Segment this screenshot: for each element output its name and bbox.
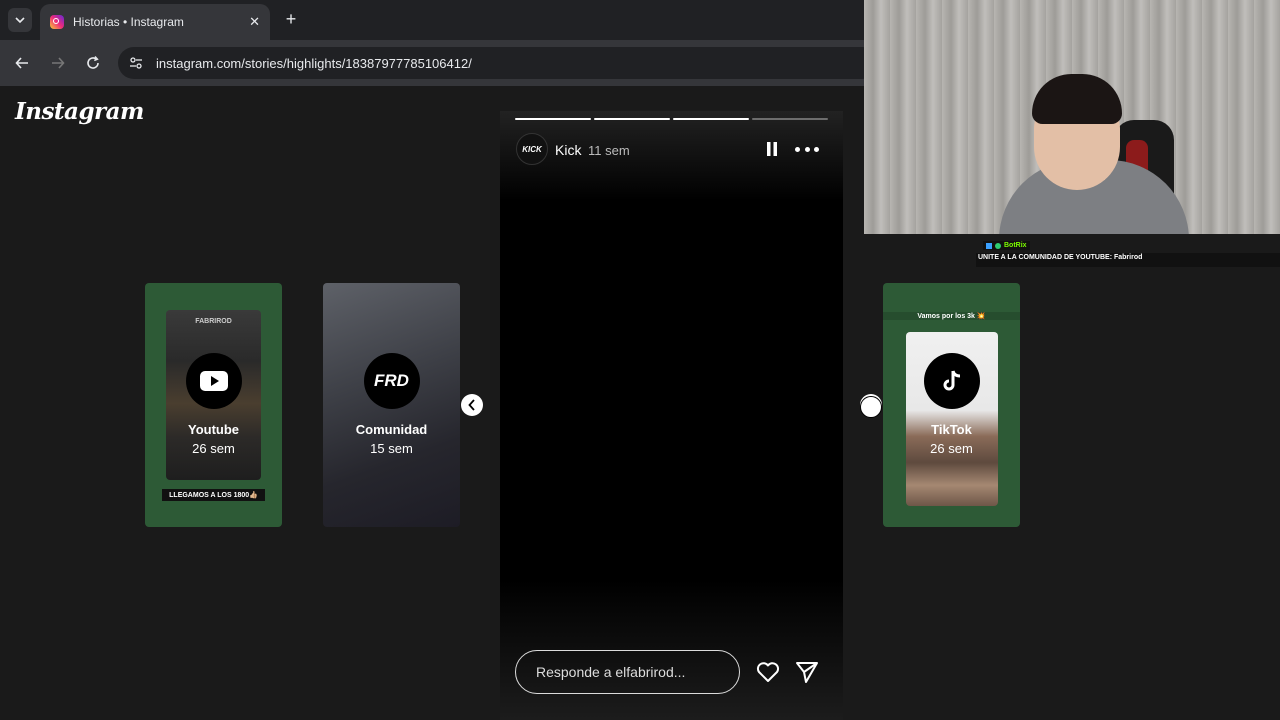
progress-segment-fill bbox=[515, 118, 591, 120]
tab-title: Historias • Instagram bbox=[73, 15, 184, 29]
progress-segment-fill bbox=[594, 118, 670, 120]
youtube-icon bbox=[185, 353, 242, 409]
reload-button[interactable] bbox=[82, 52, 104, 74]
browser-tab[interactable]: Historias • Instagram ✕ bbox=[40, 4, 270, 40]
bot-badge-icon bbox=[986, 242, 992, 249]
browser-tabbar: Historias • Instagram ✕ + bbox=[0, 0, 864, 40]
chat-bot-name: BotRix bbox=[1004, 242, 1027, 249]
browser-toolbar: instagram.com/stories/highlights/1838797… bbox=[0, 40, 878, 86]
dot bbox=[795, 146, 800, 152]
frd-logo-icon: FRD bbox=[363, 353, 420, 409]
tiktok-icon bbox=[923, 353, 980, 409]
new-tab-button[interactable]: + bbox=[280, 8, 302, 30]
send-icon bbox=[796, 662, 818, 683]
tab-search-button[interactable] bbox=[8, 8, 32, 32]
preview-top-caption: Vamos por los 3k 💥 bbox=[883, 312, 1020, 320]
frd-logo-text: FRD bbox=[374, 371, 409, 390]
instagram-favicon-icon bbox=[50, 15, 64, 29]
preview-time: 26 sem bbox=[192, 441, 235, 456]
progress-segment-fill bbox=[673, 118, 749, 120]
reload-icon bbox=[87, 56, 99, 69]
highlight-preview-youtube[interactable]: FABRIROD LLEGAMOS A LOS 1800👍🏼 Youtube 2… bbox=[145, 283, 282, 527]
instagram-logo[interactable]: Instagram bbox=[15, 98, 144, 125]
chat-badge: BotRix bbox=[983, 241, 1030, 250]
previous-story-button[interactable] bbox=[461, 394, 483, 416]
preview-bottom-caption: LLEGAMOS A LOS 1800👍🏼 bbox=[162, 489, 265, 501]
progress-segment bbox=[752, 118, 828, 120]
heart-icon bbox=[756, 662, 780, 682]
webcam-overlay bbox=[864, 0, 1280, 234]
reply-input[interactable]: Responde a elfabrirod... bbox=[515, 650, 740, 694]
instagram-stories-page: Instagram FABRIROD LLEGAMOS A LOS 1800👍🏼… bbox=[0, 86, 1020, 720]
dot bbox=[804, 146, 810, 152]
preview-name: TikTok bbox=[931, 422, 972, 437]
pause-button[interactable] bbox=[765, 141, 779, 157]
story-username[interactable]: Kick bbox=[555, 142, 581, 158]
share-button[interactable] bbox=[794, 659, 820, 685]
verified-badge-icon bbox=[995, 242, 1001, 249]
chevron-down-icon bbox=[15, 17, 25, 24]
progress-segment bbox=[594, 118, 670, 120]
forward-button[interactable] bbox=[47, 52, 69, 74]
chat-message: UNITE A LA COMUNIDAD DE YOUTUBE: Fabriro… bbox=[976, 253, 1280, 267]
preview-name: Youtube bbox=[187, 422, 240, 437]
progress-segment bbox=[673, 118, 749, 120]
site-info-icon[interactable] bbox=[128, 55, 144, 71]
tab-close-button[interactable]: ✕ bbox=[249, 14, 260, 30]
back-button[interactable] bbox=[11, 52, 33, 74]
highlight-preview-tiktok[interactable]: Vamos por los 3k 💥 TikTok 26 sem bbox=[883, 283, 1020, 527]
preview-top-caption: FABRIROD bbox=[195, 318, 232, 325]
hand-cursor-icon bbox=[860, 396, 882, 418]
story-header-gradient bbox=[500, 111, 843, 201]
dot bbox=[814, 146, 819, 152]
arrow-left-icon bbox=[15, 57, 28, 69]
highlight-preview-comunidad[interactable]: FRD Comunidad 15 sem bbox=[323, 283, 460, 527]
url-text: instagram.com/stories/highlights/1838797… bbox=[156, 55, 472, 71]
preview-time: 26 sem bbox=[930, 441, 973, 456]
preview-time: 15 sem bbox=[370, 441, 413, 456]
pause-icon bbox=[767, 142, 777, 156]
address-bar[interactable]: instagram.com/stories/highlights/1838797… bbox=[118, 47, 878, 79]
screen: Historias • Instagram ✕ + instagram.com/… bbox=[0, 0, 1280, 720]
arrow-right-icon bbox=[52, 57, 65, 69]
preview-name: Comunidad bbox=[355, 422, 428, 437]
story-timestamp: 11 sem bbox=[588, 143, 630, 158]
more-options-button[interactable] bbox=[795, 139, 819, 159]
story-progress-bar bbox=[515, 118, 828, 120]
story-avatar[interactable]: KICK bbox=[516, 133, 548, 165]
like-button[interactable] bbox=[755, 659, 781, 685]
chevron-left-icon bbox=[468, 399, 475, 411]
story-viewer[interactable]: KICK Kick 11 sem Responde a elfabrirod..… bbox=[500, 111, 843, 720]
progress-segment bbox=[515, 118, 591, 120]
